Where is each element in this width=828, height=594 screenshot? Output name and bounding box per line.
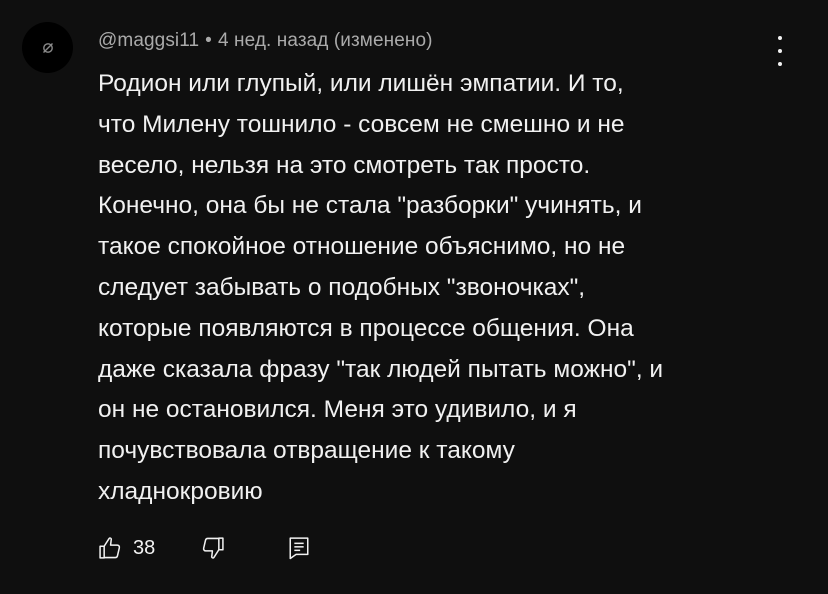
comment-line: которые появляются в процессе общения. О… — [98, 314, 634, 342]
comment-meta: @maggsi11 • 4 нед. назад (изменено) — [98, 30, 433, 52]
reply-icon — [289, 537, 309, 560]
author-name[interactable]: @maggsi11 — [98, 30, 199, 51]
comment-actions: 38 — [96, 530, 313, 566]
thumbs-up-icon — [99, 537, 121, 559]
comment-line: даже сказала фразу "так людей пытать мож… — [98, 355, 664, 383]
comment-line: такое спокойное отношение объяснимо, но … — [98, 233, 626, 261]
comment-line: весело, нельзя на это смотреть так прост… — [98, 151, 591, 179]
comment-line: что Милену тошнило - совсем не смешно и … — [98, 110, 625, 138]
avatar-glyph-icon — [42, 42, 53, 53]
dislike-button[interactable] — [199, 534, 227, 562]
more-vertical-icon[interactable] — [768, 36, 792, 66]
reply-button[interactable] — [285, 534, 313, 562]
comment-timestamp[interactable]: 4 нед. назад (изменено) — [218, 30, 433, 51]
comment-line: он не остановился. Меня это удивило, и я — [98, 396, 577, 424]
comment-text: Родион или глупый, или лишён эмпатии. И … — [98, 64, 778, 513]
comment-line: почувствовала отвращение к такому — [98, 437, 515, 465]
avatar[interactable] — [22, 22, 73, 73]
thumbs-down-icon — [203, 537, 224, 559]
comment-line: Конечно, она бы не стала "разборки" учин… — [98, 192, 642, 220]
like-count: 38 — [133, 536, 156, 559]
meta-separator: • — [205, 30, 212, 51]
comment-line: Родион или глупый, или лишён эмпатии. И … — [98, 70, 624, 97]
comment-line: следует забывать о подобных "звоночках", — [98, 273, 586, 301]
like-button[interactable]: 38 — [96, 534, 155, 562]
comment-line: хладнокровию — [98, 477, 263, 505]
